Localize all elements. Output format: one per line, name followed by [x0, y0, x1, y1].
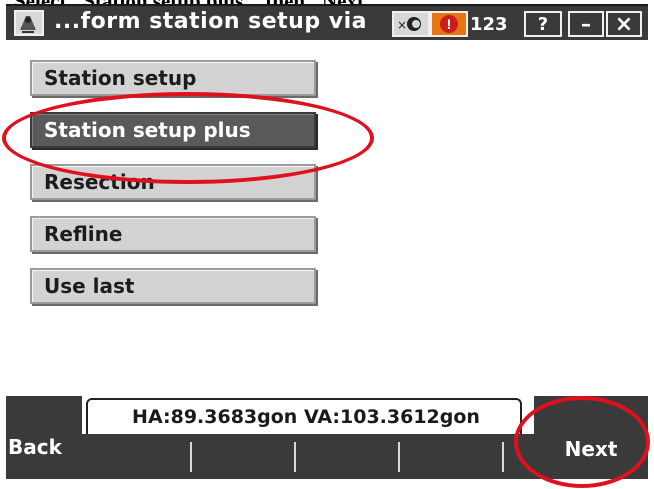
alert-icon: !: [440, 15, 458, 33]
bottom-bar: Back HA:89.3683gon VA:103.3612gon Next: [6, 396, 648, 479]
menu-item-use-last[interactable]: Use last: [30, 268, 316, 304]
warning-status-icon[interactable]: !: [430, 11, 468, 37]
window-title: ...form station setup via: [54, 9, 367, 34]
title-bar: ...form station setup via × ! 123 ? – ×: [6, 4, 648, 40]
link-icon: ×: [397, 17, 421, 32]
softkey-divider: [190, 442, 192, 472]
next-button[interactable]: Next: [534, 396, 648, 479]
close-button[interactable]: ×: [606, 11, 642, 37]
back-button[interactable]: Back: [6, 396, 82, 479]
instrument-icon: [20, 16, 36, 33]
menu-item-resection[interactable]: Resection: [30, 164, 316, 200]
device-screen: ...form station setup via × ! 123 ? – × …: [6, 4, 648, 479]
softkey-divider: [502, 442, 504, 472]
status-icons: × ! 123: [392, 11, 520, 37]
app-menu-icon[interactable]: [14, 10, 44, 36]
angle-readout: HA:89.3683gon VA:103.3612gon: [132, 406, 480, 428]
softkey-divider: [294, 442, 296, 472]
softkey-divider: [398, 442, 400, 472]
svg-text:×: ×: [397, 18, 407, 32]
menu-item-station-setup[interactable]: Station setup: [30, 60, 316, 96]
help-button[interactable]: ?: [524, 11, 562, 37]
menu-item-refline[interactable]: Refline: [30, 216, 316, 252]
input-mode-indicator[interactable]: 123: [470, 11, 520, 37]
menu-item-station-setup-plus[interactable]: Station setup plus: [30, 112, 316, 148]
softkey-row: [82, 434, 534, 479]
minimize-button[interactable]: –: [568, 11, 604, 37]
menu-panel: Station setup Station setup plus Resecti…: [6, 40, 648, 396]
bluetooth-status-icon[interactable]: ×: [392, 11, 430, 37]
